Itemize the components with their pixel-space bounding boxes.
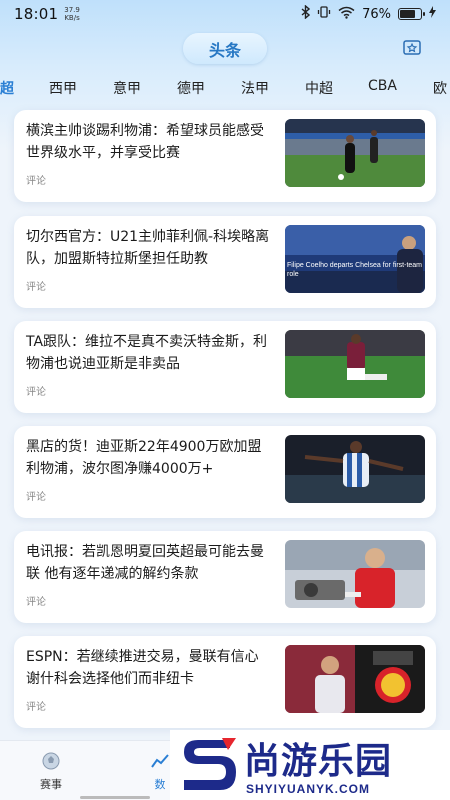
- watermark: 尚游乐园 SHYIYUANYK.COM: [170, 730, 450, 800]
- nav-events[interactable]: 赛事: [40, 751, 62, 792]
- thumbnail-caption: Filipe Coelho departs Chelsea for first-…: [287, 262, 423, 278]
- news-card[interactable]: 横滨主帅谈踢利物浦：希望球员能感受世界级水平，并享受比赛 评论: [14, 110, 436, 202]
- category-tabs: 超 西甲 意甲 德甲 法甲 中超 CBA 欧: [0, 72, 450, 102]
- news-thumbnail: [285, 119, 425, 187]
- page-title[interactable]: 头条: [183, 33, 267, 64]
- comment-link[interactable]: 评论: [26, 172, 46, 187]
- ball-icon: [41, 752, 61, 774]
- chart-icon: [150, 754, 170, 774]
- status-bar: 18:01 37.9 KB/s 76%: [0, 0, 450, 28]
- comment-link[interactable]: 评论: [26, 383, 46, 398]
- news-thumbnail: [285, 645, 425, 713]
- news-card[interactable]: 黑店的货！迪亚斯22年4900万欧加盟利物浦，波尔图净赚4000万+ 评论: [14, 426, 436, 518]
- home-indicator: [80, 796, 150, 799]
- tab-bundesliga[interactable]: 德甲: [177, 78, 205, 98]
- battery-icon: [398, 8, 425, 20]
- news-title: ESPN：若继续推进交易，曼联有信心谢什科会选择他们而非纽卡: [26, 649, 259, 687]
- tab-cba[interactable]: CBA: [368, 78, 397, 94]
- news-thumbnail: [285, 540, 425, 608]
- comment-link[interactable]: 评论: [26, 488, 46, 503]
- watermark-name: 尚游乐园: [244, 741, 393, 782]
- battery-percent: 76%: [362, 6, 391, 22]
- watermark-logo-icon: [178, 734, 240, 794]
- news-card[interactable]: ESPN：若继续推进交易，曼联有信心谢什科会选择他们而非纽卡 评论: [14, 636, 436, 728]
- news-title: 电讯报：若凯恩明夏回英超最可能去曼联 他有逐年递减的解约条款: [26, 544, 264, 582]
- tab-premier[interactable]: 超: [0, 78, 14, 98]
- news-card[interactable]: 切尔西官方：U21主帅菲利佩-科埃略离队，加盟斯特拉斯堡担任助教 评论 Fili…: [14, 216, 436, 308]
- wifi-icon: [338, 6, 355, 23]
- news-card[interactable]: TA跟队：维拉不是真不卖沃特金斯，利物浦也说迪亚斯是非卖品 评论: [14, 321, 436, 413]
- news-title: 横滨主帅谈踢利物浦：希望球员能感受世界级水平，并享受比赛: [26, 123, 264, 161]
- comment-link[interactable]: 评论: [26, 278, 46, 293]
- app-header: 头条: [0, 30, 450, 68]
- tab-seriea[interactable]: 意甲: [113, 78, 141, 98]
- nav-data[interactable]: 数: [150, 751, 170, 792]
- charging-icon: [429, 6, 436, 22]
- bookmark-star-icon[interactable]: [402, 38, 422, 58]
- network-speed: 37.9 KB/s: [64, 6, 80, 22]
- news-title: 黑店的货！迪亚斯22年4900万欧加盟利物浦，波尔图净赚4000万+: [26, 439, 262, 477]
- news-thumbnail: [285, 435, 425, 503]
- comment-link[interactable]: 评论: [26, 593, 46, 608]
- news-title: 切尔西官方：U21主帅菲利佩-科埃略离队，加盟斯特拉斯堡担任助教: [26, 229, 270, 267]
- watermark-domain: SHYIYUANYK.COM: [246, 782, 371, 796]
- vibrate-icon: [317, 5, 331, 23]
- comment-link[interactable]: 评论: [26, 698, 46, 713]
- tab-laliga[interactable]: 西甲: [49, 78, 77, 98]
- tab-europe[interactable]: 欧: [433, 78, 447, 98]
- news-card[interactable]: 电讯报：若凯恩明夏回英超最可能去曼联 他有逐年递减的解约条款 评论: [14, 531, 436, 623]
- news-thumbnail: Filipe Coelho departs Chelsea for first-…: [285, 225, 425, 293]
- status-time: 18:01: [14, 5, 59, 23]
- tab-ligue1[interactable]: 法甲: [241, 78, 269, 98]
- tab-csl[interactable]: 中超: [305, 78, 333, 98]
- news-thumbnail: [285, 330, 425, 398]
- news-title: TA跟队：维拉不是真不卖沃特金斯，利物浦也说迪亚斯是非卖品: [26, 334, 268, 372]
- bluetooth-icon: [301, 4, 311, 23]
